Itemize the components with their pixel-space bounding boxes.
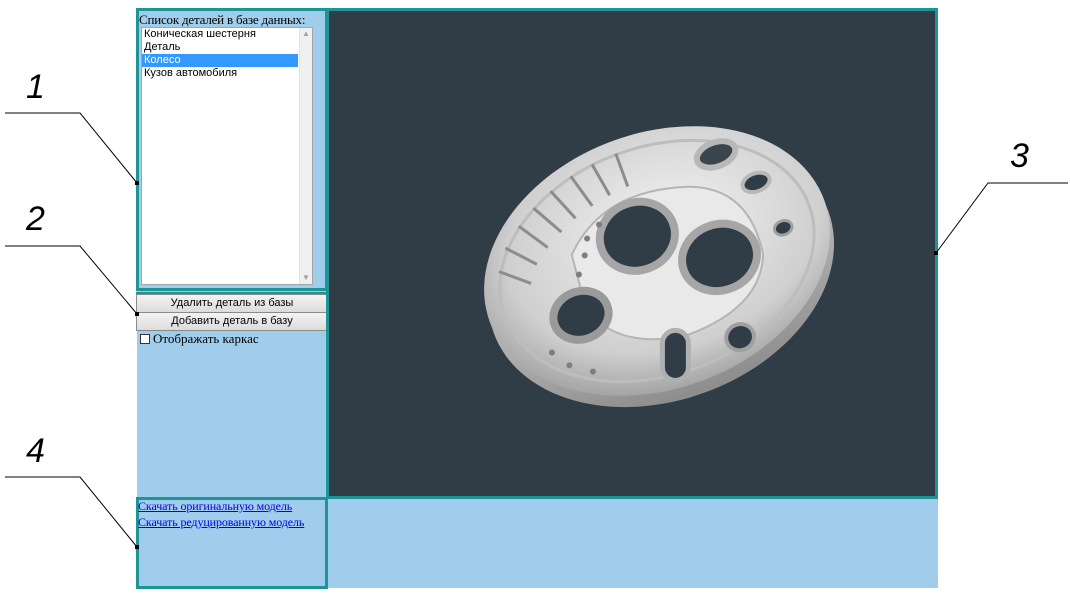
callout-3: 3 [1010,137,1029,175]
callout-2: 2 [26,200,45,238]
callout-1: 1 [26,68,45,106]
callout-lines [5,112,1068,549]
callout-4: 4 [26,432,45,470]
